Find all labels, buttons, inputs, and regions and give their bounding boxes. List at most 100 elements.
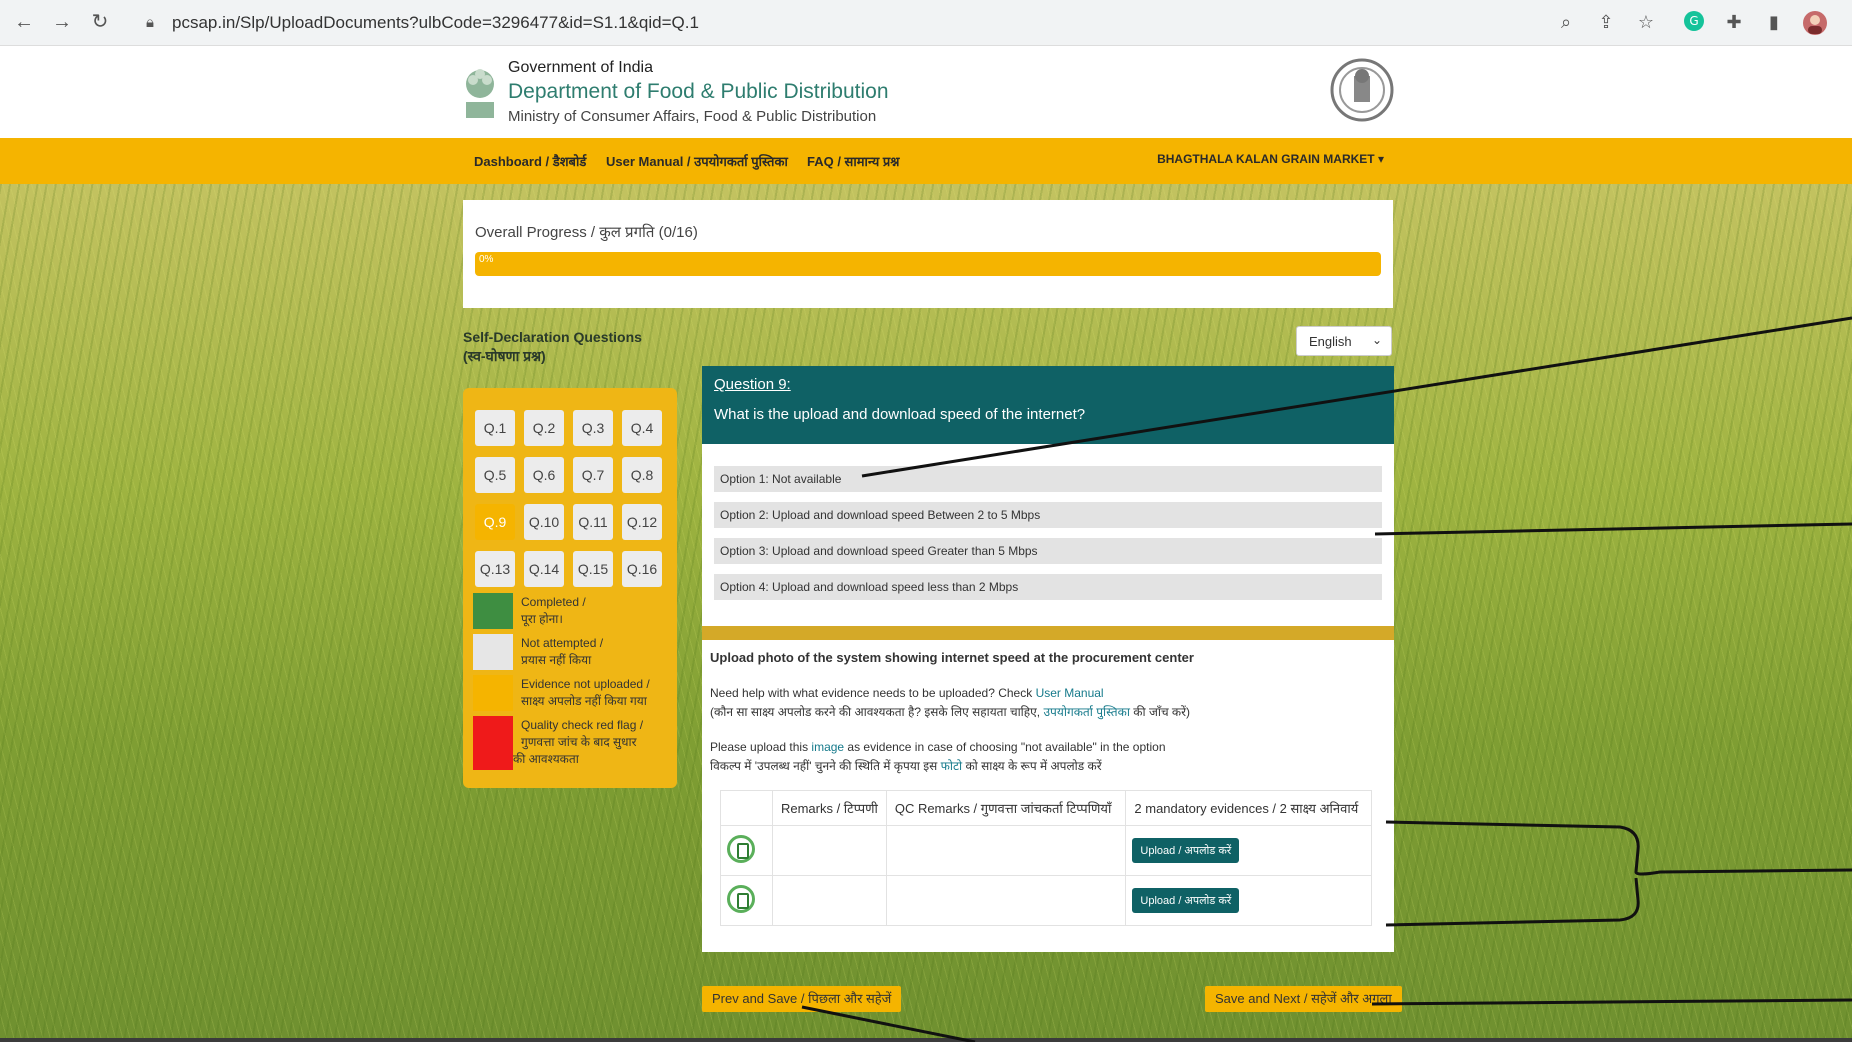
question-button[interactable]: Q.15 [573,551,613,587]
side-panel-icon[interactable]: ▮ [1762,10,1786,34]
option-2[interactable]: Option 2: Upload and download speed Betw… [714,502,1382,528]
extensions-puzzle-icon[interactable]: ✚ [1722,10,1746,34]
question-button[interactable]: Q.14 [524,551,564,587]
back-arrow-icon[interactable]: ← [12,10,36,34]
remarks-cell [771,875,887,926]
evidence-table: Remarks / टिप्पणी QC Remarks / गुणवत्ता … [720,790,1372,926]
svg-text:G: G [1689,14,1698,28]
question-button[interactable]: Q.10 [524,504,564,540]
upload-button[interactable]: Upload / अपलोड करें [1132,838,1240,863]
language-selected: English [1309,334,1352,349]
table-header-evidences: 2 mandatory evidences / 2 साक्ष्य अनिवार… [1125,790,1372,826]
self-declaration-title: Self-Declaration Questions (स्व-घोषणा प्… [463,328,642,366]
legend-swatch-completed [473,593,513,629]
question-button[interactable]: Q.7 [573,457,613,493]
zoom-icon[interactable]: ⌕ [1554,10,1578,34]
legend-quality-hi-2: की आवश्यकता [513,752,579,766]
legend-quality-hi: गुणवत्ता जांच के बाद सुधार [521,735,637,749]
nav-dashboard[interactable]: Dashboard / डैशबोर्ड [474,152,586,170]
document-icon[interactable] [727,835,755,863]
question-button[interactable]: Q.16 [622,551,662,587]
nav-user-manual[interactable]: User Manual / उपयोगकर्ता पुस्तिका [606,152,788,170]
main-nav: Dashboard / डैशबोर्ड User Manual / उपयोग… [0,138,1852,184]
evidence-divider [702,626,1394,640]
upload-en-prefix: Please upload this [710,740,812,754]
sample-photo-link[interactable]: फोटो [941,759,963,773]
qc-remarks-cell [885,825,1127,876]
question-button[interactable]: Q.11 [573,504,613,540]
question-button[interactable]: Q.6 [524,457,564,493]
document-icon[interactable] [727,885,755,913]
forward-arrow-icon[interactable]: → [50,10,74,34]
progress-label: Overall Progress / कुल प्रगति (0/16) [475,224,698,241]
language-select[interactable]: English ⌄ [1296,326,1392,356]
question-button[interactable]: Q.4 [622,410,662,446]
legend-completed: Completed / पूरा होना। [521,594,586,628]
grammarly-icon[interactable]: G [1682,10,1706,34]
question-button[interactable]: Q.1 [475,410,515,446]
save-and-next-button[interactable]: Save and Next / सहेजें और अगला [1205,986,1402,1012]
share-icon[interactable]: ⇪ [1594,10,1618,34]
legend-not-attempted: Not attempted / प्रयास नहीं किया [521,635,603,669]
profile-avatar[interactable] [1802,10,1827,35]
overall-progress-card: Overall Progress / कुल प्रगति (0/16) 0% [463,200,1393,308]
user-manual-link[interactable]: User Manual [1036,686,1104,700]
question-text: What is the upload and download speed of… [714,406,1086,423]
department-title: Department of Food & Public Distribution [508,80,889,103]
upload-button[interactable]: Upload / अपलोड करें [1132,888,1240,913]
browser-toolbar: ← → ↻ 🔒︎ pcsap.in/Slp/UploadDocuments?ul… [0,0,1852,46]
nav-faq[interactable]: FAQ / सामान्य प्रश्न [807,152,899,170]
help-hi-suffix: की जाँच करें) [1129,705,1191,719]
option-4[interactable]: Option 4: Upload and download speed less… [714,574,1382,600]
legend-evidence-not-uploaded: Evidence not uploaded / साक्ष्य अपलोड नह… [521,676,650,710]
progress-percent: 0% [479,254,494,265]
question-nav-panel: Q.1 Q.2 Q.3 Q.4 Q.5 Q.6 Q.7 Q.8 Q.9 Q.10… [463,388,677,788]
address-bar[interactable]: 🔒︎ pcsap.in/Slp/UploadDocuments?ulbCode=… [132,6,1572,40]
sdq-title-en: Self-Declaration Questions [463,329,642,345]
question-button[interactable]: Q.5 [475,457,515,493]
question-number: Question 9: [714,376,791,393]
question-button[interactable]: Q.12 [622,504,662,540]
question-button[interactable]: Q.3 [573,410,613,446]
user-manual-link-hi[interactable]: उपयोगकर्ता पुस्तिका [1043,705,1129,719]
question-button-active[interactable]: Q.9 [475,504,515,540]
upload-instruction-hi: विकल्प में 'उपलब्ध नहीं' चुनने की स्थिति… [710,757,1102,774]
table-row: Upload / अपलोड करें [720,825,1372,876]
upload-instruction-en: Please upload this image as evidence in … [710,740,1166,754]
ministry-title: Ministry of Consumer Affairs, Food & Pub… [508,108,877,125]
progress-bar: 0% [475,252,1381,276]
department-seal-logo [1330,58,1394,122]
url-text: pcsap.in/Slp/UploadDocuments?ulbCode=329… [172,13,699,32]
bookmark-star-icon[interactable]: ☆ [1634,10,1658,34]
upload-hi-prefix: विकल्प में 'उपलब्ध नहीं' चुनने की स्थिति… [710,759,941,773]
option-1[interactable]: Option 1: Not available [714,466,1382,492]
sample-image-link[interactable]: image [811,740,844,754]
question-button[interactable]: Q.13 [475,551,515,587]
site-header [0,46,1852,138]
legend-swatch-not-attempted [473,634,513,670]
ashoka-emblem-logo [466,69,494,118]
prev-and-save-button[interactable]: Prev and Save / पिछला और सहेजें [702,986,902,1012]
legend-evidence-en: Evidence not uploaded / [521,677,650,691]
option-3[interactable]: Option 3: Upload and download speed Grea… [714,538,1382,564]
table-header [720,790,773,826]
help-text-en: Need help with what evidence needs to be… [710,686,1104,700]
lock-icon: 🔒︎ [146,14,154,31]
market-dropdown[interactable]: BHAGTHALA KALAN GRAIN MARKET ▾ [1157,152,1384,166]
legend-evidence-hi: साक्ष्य अपलोड नहीं किया गया [521,694,647,708]
question-header: Question 9: What is the upload and downl… [702,366,1394,444]
legend-swatch-quality-flag [473,716,513,770]
market-name: BHAGTHALA KALAN GRAIN MARKET [1157,152,1375,166]
question-button[interactable]: Q.2 [524,410,564,446]
legend-not-attempted-en: Not attempted / [521,636,604,650]
evidence-title: Upload photo of the system showing inter… [710,650,1194,665]
gov-title: Government of India [508,59,653,76]
question-button[interactable]: Q.8 [622,457,662,493]
question-options: Option 1: Not available Option 2: Upload… [702,444,1394,626]
table-header-remarks: Remarks / टिप्पणी [771,790,887,826]
bottom-strip [0,1038,1852,1042]
help-en-prefix: Need help with what evidence needs to be… [710,686,1036,700]
remarks-cell [771,825,887,876]
reload-icon[interactable]: ↻ [88,10,112,34]
sdq-title-hi: (स्व-घोषणा प्रश्न) [463,348,546,364]
